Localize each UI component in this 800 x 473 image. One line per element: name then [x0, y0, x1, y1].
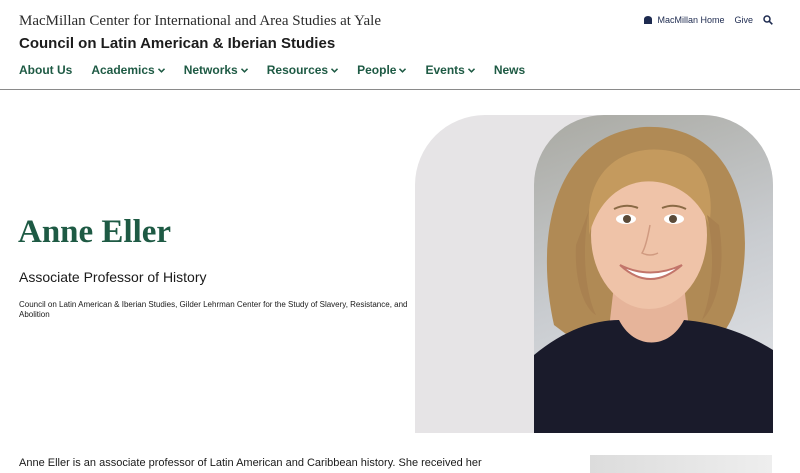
search-icon[interactable] — [763, 15, 773, 25]
utility-nav: MacMillan Home Give — [644, 15, 773, 25]
portrait-photo — [534, 115, 773, 433]
profile-title: Associate Professor of History — [19, 269, 207, 285]
chevron-down-icon — [240, 67, 248, 73]
nav-news[interactable]: News — [494, 63, 525, 77]
nav-resources[interactable]: Resources — [266, 63, 339, 77]
center-name-link[interactable]: MacMillan Center for International and A… — [19, 13, 381, 30]
bio-paragraph: Anne Eller is an associate professor of … — [19, 457, 482, 469]
nav-people[interactable]: People — [357, 63, 407, 77]
main-nav: About Us Academics Networks Resources Pe… — [19, 63, 525, 77]
council-name-link[interactable]: Council on Latin American & Iberian Stud… — [19, 35, 335, 52]
nav-about-us[interactable]: About Us — [19, 63, 72, 77]
nav-about-us-label: About Us — [19, 63, 73, 77]
profile-affiliations: Council on Latin American & Iberian Stud… — [19, 300, 408, 319]
nav-resources-label: Resources — [266, 63, 329, 77]
profile-name: Anne Eller — [18, 214, 172, 250]
nav-networks-label: Networks — [183, 63, 238, 77]
chevron-down-icon — [157, 67, 165, 73]
macmillan-home-link[interactable]: MacMillan Home — [644, 15, 724, 25]
nav-networks[interactable]: Networks — [184, 63, 248, 77]
chevron-down-icon — [399, 67, 407, 73]
chevron-down-icon — [467, 67, 475, 73]
portrait-illustration — [534, 126, 773, 433]
nav-events-label: Events — [425, 63, 465, 77]
macmillan-home-label: MacMillan Home — [657, 15, 725, 25]
nav-people-label: People — [357, 63, 397, 77]
give-link[interactable]: Give — [734, 15, 753, 25]
site-header: MacMillan Center for International and A… — [0, 0, 800, 90]
nav-academics-label: Academics — [91, 63, 155, 77]
home-icon — [644, 16, 653, 24]
nav-news-label: News — [493, 63, 526, 77]
sidebar-image-top — [590, 455, 772, 473]
nav-events[interactable]: Events — [425, 63, 475, 77]
chevron-down-icon — [331, 67, 339, 73]
nav-academics[interactable]: Academics — [91, 63, 165, 77]
